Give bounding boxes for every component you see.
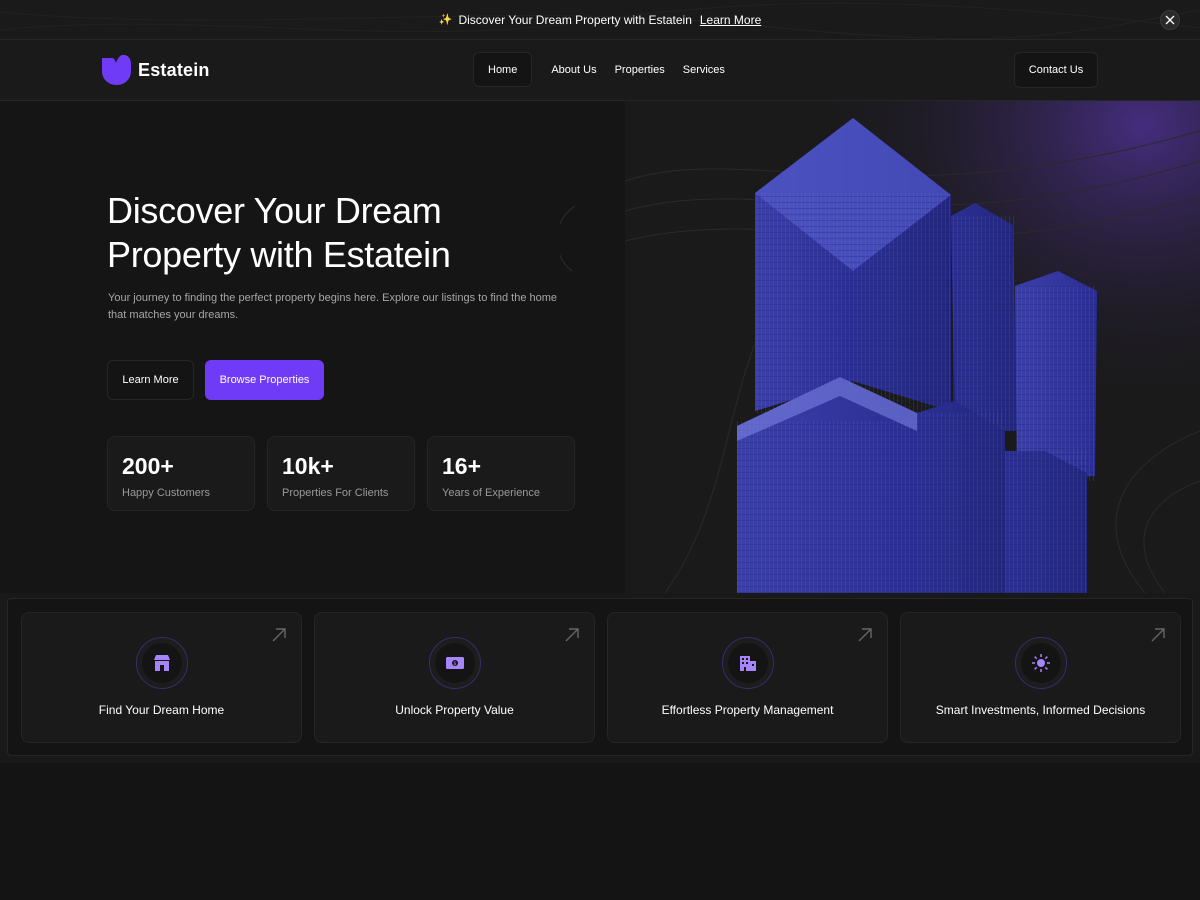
arrow-up-right-icon [565,628,579,642]
hero-description: Your journey to finding the perfect prop… [108,292,558,321]
feature-title: Unlock Property Value [395,703,514,717]
feature-title: Smart Investments, Informed Decisions [935,703,1146,717]
contact-us-button[interactable]: Contact Us [1014,52,1098,88]
stat-value: 200+ [122,453,174,479]
logo-text: Estatein [138,59,210,80]
stat-value: 16+ [442,453,482,479]
feature-title: Find Your Dream Home [98,703,225,717]
close-icon [1165,15,1175,25]
hero-image [625,101,1200,593]
logo-icon [102,54,131,85]
stat-value: 10k+ [282,453,334,479]
arrow-up-right-icon [272,628,286,642]
feature-title: Effortless Property Management [661,703,834,717]
stat-label: Happy Customers [122,487,211,499]
stat-card: 16+ Years of Experience [427,436,575,511]
feature-card[interactable]: $ Unlock Property Value [314,612,595,743]
stat-card: 10k+ Properties For Clients [267,436,415,511]
stat-label: Properties For Clients [282,487,389,499]
hero-title: Discover Your Dream Property with Estate… [107,190,451,275]
arrow-up-right-icon [1151,628,1165,642]
building-illustration [625,101,1200,593]
stat-label: Years of Experience [442,487,541,499]
feature-icon-wrap: $ [428,637,481,689]
hero-section: Discover Your Dream Property with Estate… [0,101,1200,593]
money-icon: $ [445,657,464,669]
feature-icon-wrap [721,637,774,689]
arrow-up-right-icon [858,628,872,642]
logo[interactable]: Estatein [100,54,210,86]
feature-icon-wrap [135,637,188,689]
feature-icon-wrap [1014,637,1067,689]
close-banner-button[interactable] [1160,10,1180,30]
features-strip: Find Your Dream Home $ Unlock Property V… [7,598,1193,756]
learn-more-button[interactable]: Learn More [107,360,194,400]
nav-home[interactable]: Home [473,52,533,87]
nav-about-us[interactable]: About Us [542,52,605,87]
hero-content: Discover Your Dream Property with Estate… [0,101,625,593]
banner-learn-more-link[interactable]: Learn More [700,13,761,27]
decorative-arc [560,205,576,272]
nav-services[interactable]: Services [674,52,734,87]
sun-icon [1031,654,1050,672]
top-banner: ✨ Discover Your Dream Property with Esta… [0,0,1200,40]
nav-properties[interactable]: Properties [606,52,674,87]
feature-card[interactable]: Find Your Dream Home [21,612,302,743]
banner-content: ✨ Discover Your Dream Property with Esta… [439,13,762,27]
main-nav: Home About Us Properties Services [473,52,734,87]
sparkle-icon: ✨ [438,14,453,26]
feature-card[interactable]: Effortless Property Management [607,612,888,743]
site-header: Estatein Home About Us Properties Servic… [0,40,1200,101]
svg-text:$: $ [453,661,456,667]
banner-text: Discover Your Dream Property with Estate… [458,12,692,27]
buildings-icon [739,656,756,671]
stat-card: 200+ Happy Customers [107,436,255,511]
storefront-icon [153,655,170,671]
feature-card[interactable]: Smart Investments, Informed Decisions [900,612,1181,743]
browse-properties-button[interactable]: Browse Properties [205,360,324,400]
